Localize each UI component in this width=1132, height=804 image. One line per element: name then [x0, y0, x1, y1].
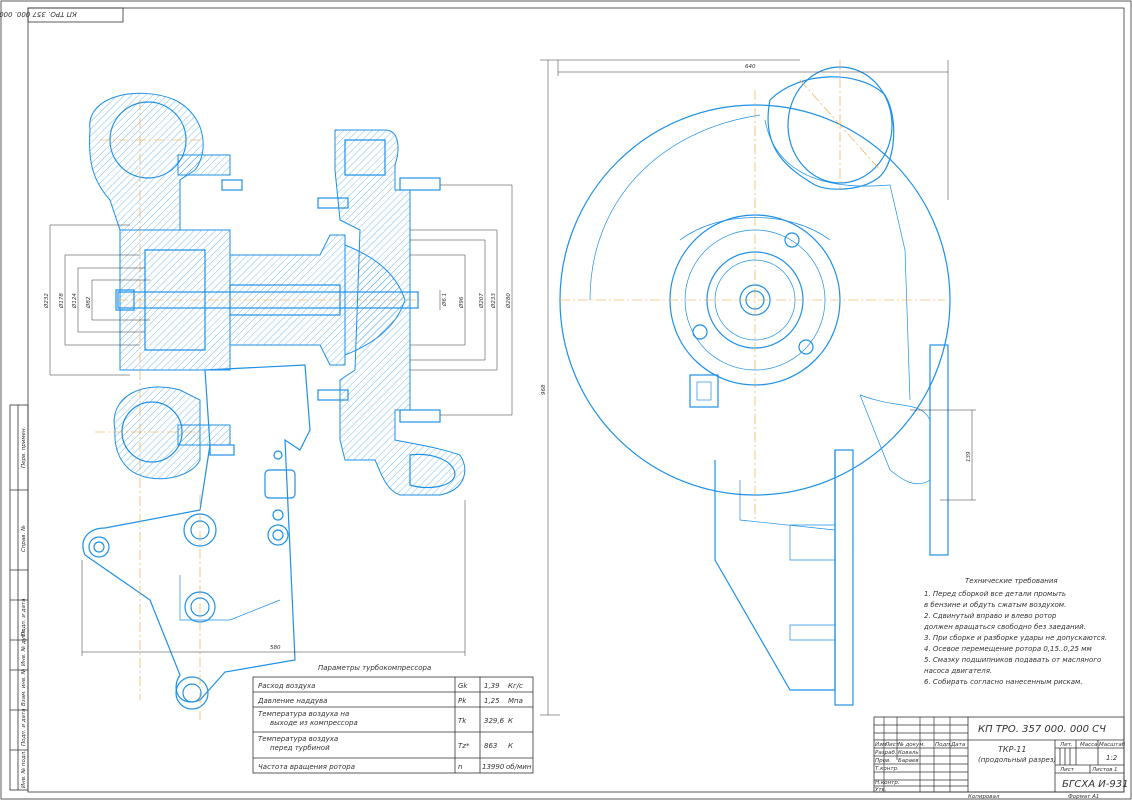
tech-requirements: Технические требования 1. Перед сборкой …: [923, 577, 1107, 686]
section-view: [82, 92, 466, 720]
params-table-title: Параметры турбокомпрессора: [318, 664, 431, 672]
dim-d96: Ø96: [458, 296, 465, 309]
side-view: [559, 60, 951, 706]
tb-org: БГСХА И-931: [1062, 779, 1128, 790]
tech-req-line: 5. Смазку подшипников подавать от маслян…: [924, 656, 1101, 664]
tech-req-line: 4. Осевое перемещение ротора 0,15..0,25 …: [924, 645, 1092, 653]
strip-label-4: Взам. инв. №: [21, 668, 27, 706]
tb-name-2: (продольный разрез): [978, 756, 1057, 764]
dim-640: 640: [745, 64, 756, 70]
params-table: Параметры турбокомпрессора Расход воздух…: [252, 664, 534, 774]
tb-copied: Копировал: [968, 794, 1000, 800]
tech-req-line: 6. Собирать согласно нанесенным рискам.: [924, 678, 1083, 686]
tech-req-line: в бензине и обдуть сжатым воздухом.: [924, 601, 1066, 609]
drawing-canvas: КП ТРО. 357 000. 000 СЧ Перв. примен. Сп…: [0, 0, 1132, 800]
tb-scale: Масштаб: [1099, 742, 1126, 748]
tb-code: КП ТРО. 357 000. 000 СЧ: [978, 724, 1106, 735]
param-name: Частота вращения ротора: [258, 763, 355, 771]
tb-role: Разраб.: [875, 750, 897, 756]
dim-d233: Ø233: [490, 293, 497, 309]
tb-role: Т.контр.: [875, 766, 899, 772]
dim-d82: Ø82: [85, 296, 92, 309]
params-row: Частота вращения ротора n 13990 об/мин: [258, 763, 532, 771]
param-val: 13990: [482, 763, 505, 771]
dim-d207: Ø207: [478, 293, 485, 309]
param-sym: Tk: [458, 717, 467, 725]
param-sym: n: [458, 763, 462, 771]
strip-label-5: Подп. и дата: [21, 708, 27, 746]
tech-req-title: Технические требования: [965, 577, 1058, 585]
tb-role: Подп.: [935, 742, 952, 748]
param-unit: К: [508, 717, 514, 725]
param-name-multiline: Температура воздуха перед турбиной: [258, 735, 338, 752]
title-block: Изм. Лист № докум. Подп. Дата Разраб. Пр…: [873, 716, 1128, 800]
dim-968: 968: [541, 384, 547, 395]
tb-sheets-value: 1: [1114, 767, 1118, 773]
corner-stamp: КП ТРО. 357 000. 000 СЧ: [0, 7, 124, 23]
tb-sheets: Листов: [1091, 767, 1113, 773]
dim-580: 580: [270, 645, 281, 651]
tb-scale-value: 1:2: [1106, 754, 1118, 762]
param-unit: Кг/с: [508, 682, 523, 690]
params-row: Температура воздуха на выходе из компресс…: [258, 710, 514, 727]
dim-139: 139: [966, 451, 972, 462]
param-name-multiline: Температура воздуха на выходе из компресс…: [258, 710, 358, 727]
tb-role: Утв.: [875, 787, 887, 793]
tb-role: Н.контр.: [875, 780, 900, 786]
tech-req-line: 3. При сборке и разборке удары не допуск…: [924, 634, 1107, 642]
tech-req-line: насоса двигателя.: [924, 667, 992, 675]
dim-d61: Ø6.1: [441, 293, 448, 307]
dim-d280: Ø280: [505, 293, 512, 309]
corner-stamp-text: КП ТРО. 357 000. 000 СЧ: [0, 10, 77, 18]
param-sym: Tz*: [458, 742, 470, 750]
param-sym: Gk: [458, 682, 468, 690]
param-sym: Pk: [458, 697, 467, 705]
tb-role: Пров.: [875, 758, 891, 764]
strip-label-0: Перв. примен.: [21, 426, 27, 468]
drawing-sheet: КП ТРО. 357 000. 000 СЧ Перв. примен. Сп…: [0, 0, 1132, 800]
left-strip: Перв. примен. Справ. № Подп. и дата Инв.…: [9, 404, 29, 791]
tb-mass: Масса: [1080, 742, 1098, 748]
tech-req-line: должен вращаться свободно без заеданий.: [923, 623, 1086, 631]
params-row: Давление наддува Pk 1,25 Мпа: [257, 697, 523, 705]
strip-label-6: Инв. № подл.: [21, 750, 27, 788]
tb-role: Дата: [950, 742, 966, 748]
param-unit: Мпа: [508, 697, 523, 705]
param-name: Расход воздуха: [258, 682, 315, 690]
tb-name: Коваль: [898, 750, 919, 756]
tb-name-1: ТКР-11: [998, 745, 1026, 754]
tb-format: Формат А1: [1068, 794, 1099, 800]
tb-role: № докум.: [897, 742, 925, 748]
tb-name: Бараев: [898, 758, 919, 764]
strip-label-3: Инв. № дубл.: [21, 628, 27, 666]
param-name: Давление наддува: [257, 697, 327, 705]
tb-lit: Лит.: [1059, 742, 1073, 748]
strip-label-1: Справ. №: [21, 525, 27, 552]
dim-d232: Ø232: [43, 293, 50, 309]
dim-d124: Ø124: [71, 293, 78, 309]
params-row: Температура воздуха перед турбиной Tz* 86…: [258, 735, 514, 752]
param-unit: об/мин: [506, 763, 532, 771]
dim-d178: Ø178: [58, 293, 65, 309]
tech-req-line: 1. Перед сборкой все детали промыть: [924, 590, 1066, 598]
tech-req-line: 2. Сдвинутый вправо и влево ротор: [924, 612, 1057, 620]
param-val: 1,39: [484, 682, 500, 690]
params-row: Расход воздуха Gk 1,39 Кг/с: [258, 682, 523, 690]
param-val: 863: [484, 742, 497, 750]
side-dimensions: 640 968 139: [540, 59, 976, 716]
param-val: 329,6: [484, 717, 505, 725]
param-val: 1,25: [484, 697, 500, 705]
param-unit: К: [508, 742, 514, 750]
tb-sheet: Лист: [1059, 767, 1075, 773]
